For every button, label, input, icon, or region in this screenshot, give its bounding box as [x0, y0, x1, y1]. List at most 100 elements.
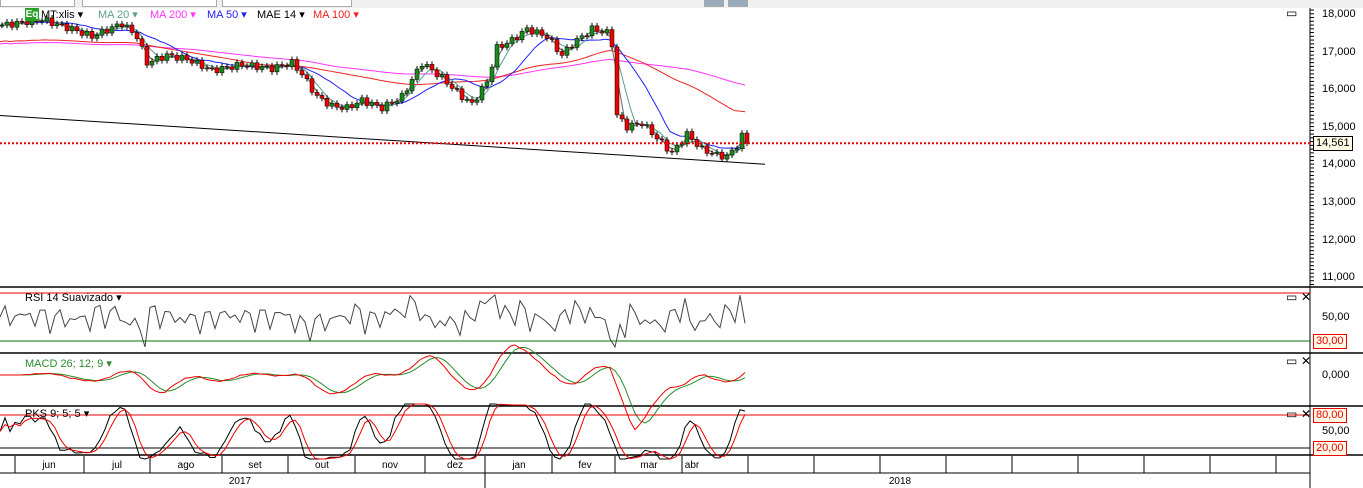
candle [179, 54, 185, 61]
price-axis-tick: 15,000 [1322, 120, 1356, 133]
candle [94, 35, 100, 39]
candle [739, 132, 745, 149]
candle [354, 102, 360, 109]
candle [619, 114, 625, 120]
candle [384, 101, 390, 112]
legend-item-label: MA 100 [313, 9, 351, 21]
symbol-label[interactable]: MT:xlis ▾ [41, 8, 83, 21]
candle [629, 122, 635, 131]
price-axis-tick: 14,000 [1322, 158, 1356, 171]
candle [604, 29, 610, 34]
candle [649, 124, 655, 135]
maximize-pks-button[interactable]: ▭ [1286, 408, 1297, 420]
candle [389, 101, 395, 104]
candle [724, 154, 730, 160]
candle [684, 131, 690, 145]
candle [99, 28, 105, 36]
candle [359, 97, 365, 104]
candle [419, 65, 425, 70]
month-label: fev [578, 460, 592, 471]
candle [0, 25, 5, 27]
legend-item-ma-20[interactable]: MA 20 ▾ [98, 8, 138, 21]
year-label: 2017 [228, 476, 252, 487]
candle [379, 104, 385, 112]
candle [509, 37, 515, 44]
candle [14, 20, 20, 28]
candle [309, 78, 315, 93]
candle [734, 148, 740, 151]
rsi-low-badge: 30,00 [1313, 334, 1347, 349]
maximize-rsi-button[interactable]: ▭ [1286, 291, 1297, 303]
legend-item-ma-50[interactable]: MA 50 ▾ [207, 8, 247, 21]
month-label: jun [42, 460, 56, 471]
candle [429, 64, 435, 71]
month-label: dez [446, 460, 464, 471]
candle [644, 124, 650, 126]
symbol-text: MT:xlis [41, 9, 75, 21]
pks-high-badge: 80,00 [1313, 408, 1347, 423]
candle [319, 95, 325, 99]
candle [324, 98, 330, 107]
candle [459, 88, 465, 100]
candle [194, 60, 200, 64]
candle [594, 25, 600, 32]
candle [89, 31, 95, 39]
candle [489, 66, 495, 83]
candle [119, 23, 125, 27]
month-label: abr [684, 460, 700, 471]
candle [184, 54, 190, 61]
candle [689, 131, 695, 140]
candle [574, 38, 580, 48]
close-pks-button[interactable]: ✕ [1301, 408, 1311, 420]
candle [269, 65, 275, 73]
equity-icon[interactable]: Eq [25, 8, 39, 21]
candle [614, 46, 620, 116]
rsi-label[interactable]: RSI 14 Suavizado ▾ [25, 291, 122, 304]
candle [199, 60, 205, 69]
candle [584, 35, 590, 38]
candle [204, 67, 210, 70]
price-axis-tick: 18,000 [1322, 8, 1356, 20]
candle [249, 62, 255, 67]
macd-label[interactable]: MACD 26; 12; 9 ▾ [25, 357, 112, 370]
candle [639, 123, 645, 126]
candle [374, 102, 380, 106]
candle [519, 31, 525, 41]
chart-canvas[interactable] [0, 0, 1363, 488]
month-label: out [315, 460, 329, 471]
close-rsi-button[interactable]: ✕ [1301, 291, 1311, 303]
candle [634, 122, 640, 125]
month-label: jul [111, 460, 123, 471]
candle [664, 139, 670, 152]
mae14-line [0, 19, 746, 156]
candle [599, 31, 605, 34]
candle [334, 102, 340, 108]
candle [294, 59, 300, 71]
candle [719, 151, 725, 160]
candle [314, 92, 320, 96]
pks-axis-50: 50,00 [1322, 425, 1350, 437]
candle [159, 56, 165, 61]
year-label: 2018 [888, 476, 912, 487]
candle [4, 21, 10, 26]
legend-item-mae-14[interactable]: MAE 14 ▾ [257, 8, 305, 21]
price-axis-tick: 12,000 [1322, 233, 1356, 246]
candle [279, 64, 285, 66]
candle [69, 26, 75, 32]
pks-label[interactable]: PKS 9; 5; 5 ▾ [25, 407, 89, 420]
candle [699, 145, 705, 148]
maximize-macd-button[interactable]: ▭ [1286, 355, 1297, 367]
candle [704, 145, 710, 154]
price-axis-tick: 11,000 [1322, 271, 1355, 284]
close-macd-button[interactable]: ✕ [1301, 355, 1311, 367]
candle [514, 37, 520, 41]
legend-item-ma-100[interactable]: MA 100 ▾ [313, 8, 359, 21]
last-price-badge: 14,561 [1313, 136, 1353, 151]
pks-label-text: PKS 9; 5; 5 [25, 408, 81, 420]
candle [544, 35, 550, 39]
month-label: ago [177, 460, 195, 471]
maximize-price-button[interactable]: ▭ [1286, 7, 1297, 19]
candle [129, 24, 135, 33]
legend-item-ma-200[interactable]: MA 200 ▾ [150, 8, 196, 21]
candle [209, 67, 215, 70]
